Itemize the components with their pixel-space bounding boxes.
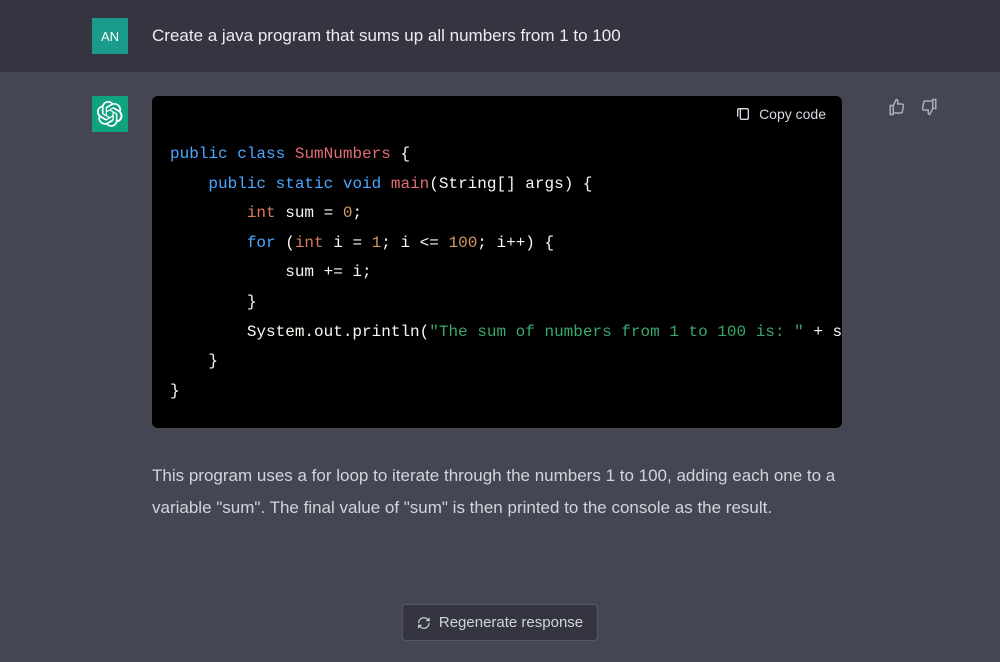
code-content[interactable]: public class SumNumbers { public static … xyxy=(152,130,842,428)
user-avatar-initials: AN xyxy=(101,29,119,44)
thumbs-down-icon xyxy=(920,98,938,116)
feedback-actions xyxy=(886,96,940,121)
thumbs-up-button[interactable] xyxy=(886,96,908,121)
copy-code-button[interactable]: Copy code xyxy=(735,106,826,122)
user-avatar: AN xyxy=(92,18,128,54)
user-message-row: AN Create a java program that sums up al… xyxy=(0,0,1000,72)
thumbs-down-button[interactable] xyxy=(918,96,940,121)
regenerate-label: Regenerate response xyxy=(439,614,583,631)
assistant-explanation: This program uses a for loop to iterate … xyxy=(152,460,842,523)
user-message-text: Create a java program that sums up all n… xyxy=(152,18,621,49)
refresh-icon xyxy=(417,616,431,630)
code-block: Copy code public class SumNumbers { publ… xyxy=(152,96,842,428)
copy-code-label: Copy code xyxy=(759,106,826,122)
assistant-content: Copy code public class SumNumbers { publ… xyxy=(152,96,842,523)
assistant-message-row: Copy code public class SumNumbers { publ… xyxy=(0,72,1000,662)
regenerate-response-button[interactable]: Regenerate response xyxy=(402,604,598,641)
openai-logo-icon xyxy=(97,101,123,127)
assistant-avatar xyxy=(92,96,128,132)
thumbs-up-icon xyxy=(888,98,906,116)
code-block-header: Copy code xyxy=(152,96,842,130)
clipboard-icon xyxy=(735,106,751,122)
